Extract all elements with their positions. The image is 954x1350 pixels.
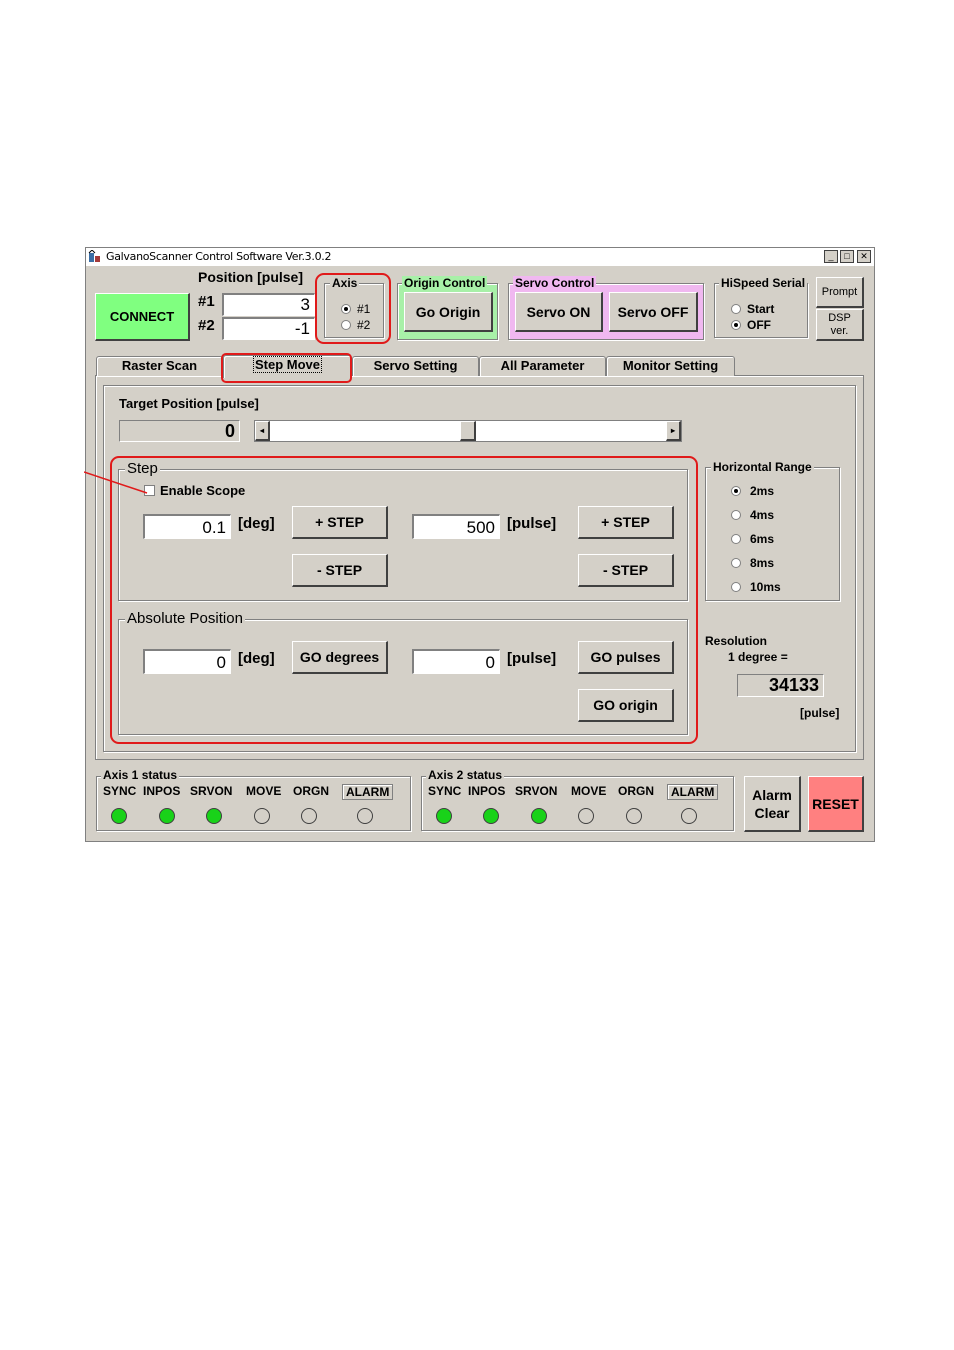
- axis2-position-label: #2: [198, 317, 215, 334]
- slider-thumb[interactable]: [460, 421, 476, 441]
- axis1_status-srvon-led-icon: [206, 808, 222, 824]
- radio-selected-icon: [731, 486, 741, 496]
- axis1_status-inpos-led-icon: [159, 808, 175, 824]
- origin-control-title: Origin Control: [402, 276, 488, 290]
- axis1_status-orgn-label: ORGN: [293, 784, 329, 798]
- radio-icon: [731, 304, 741, 314]
- axis1_status-alarm-led-icon: [357, 808, 373, 824]
- radio-icon: [731, 582, 741, 592]
- axis2_status-alarm-led-icon: [681, 808, 697, 824]
- app-icon: [88, 249, 102, 264]
- axis1_status-orgn-led-icon: [301, 808, 317, 824]
- resolution-degree-label: 1 degree =: [728, 650, 788, 664]
- minimize-button[interactable]: _: [824, 250, 838, 263]
- callout-leader-line: [84, 471, 148, 494]
- slider-right-arrow[interactable]: ▸: [666, 421, 681, 441]
- close-button[interactable]: ✕: [857, 250, 871, 263]
- highlight-axis: [315, 273, 391, 344]
- target-position-slider[interactable]: ◂ ▸: [254, 420, 682, 442]
- maximize-icon: □: [844, 251, 850, 261]
- tab-monitor-setting[interactable]: Monitor Setting: [606, 356, 735, 376]
- horizontal-range-option[interactable]: 4ms: [731, 508, 774, 522]
- servo-control-title: Servo Control: [513, 276, 597, 290]
- target-position-label: Target Position [pulse]: [119, 396, 259, 411]
- target-position-field: 0: [119, 420, 240, 442]
- resolution-value: 34133: [737, 674, 824, 697]
- axis1_status-sync-led-icon: [111, 808, 127, 824]
- tab-raster-scan[interactable]: Raster Scan: [96, 356, 223, 376]
- hispeed-serial-title: HiSpeed Serial: [719, 276, 808, 290]
- connect-button[interactable]: CONNECT: [95, 293, 190, 341]
- hispeed-start-option[interactable]: Start: [731, 302, 774, 316]
- resolution-unit: [pulse]: [800, 706, 840, 720]
- axis2_status-sync-label: SYNC: [428, 784, 462, 798]
- maximize-button[interactable]: □: [840, 250, 854, 263]
- go-origin-button[interactable]: Go Origin: [404, 292, 493, 332]
- radio-selected-icon: [731, 320, 741, 330]
- reset-button[interactable]: RESET: [808, 776, 864, 832]
- highlight-step-area: [110, 456, 698, 744]
- tab-servo-setting[interactable]: Servo Setting: [352, 356, 479, 376]
- servo-on-button[interactable]: Servo ON: [515, 292, 603, 332]
- close-icon: ✕: [860, 251, 868, 261]
- axis1_status-sync-label: SYNC: [103, 784, 137, 798]
- axis1_status-inpos-label: INPOS: [143, 784, 181, 798]
- axis1-position-field: 3: [222, 293, 315, 316]
- minimize-icon: _: [828, 251, 834, 261]
- tab-all-parameter[interactable]: All Parameter: [479, 356, 606, 376]
- window-title: GalvanoScanner Control Software Ver.3.0.…: [106, 250, 332, 263]
- horizontal-range-title: Horizontal Range: [711, 460, 814, 474]
- prompt-button[interactable]: Prompt: [816, 277, 864, 308]
- axis2_status-inpos-led-icon: [483, 808, 499, 824]
- axis2_status-sync-led-icon: [436, 808, 452, 824]
- axis1_status-move-label: MOVE: [246, 784, 282, 798]
- axis2-position-field: -1: [222, 317, 315, 340]
- axis2_status-orgn-label: ORGN: [618, 784, 654, 798]
- horizontal-range-option[interactable]: 8ms: [731, 556, 774, 570]
- axis2_status-inpos-label: INPOS: [468, 784, 506, 798]
- axis2_status-srvon-led-icon: [531, 808, 547, 824]
- radio-icon: [731, 534, 741, 544]
- slider-left-arrow[interactable]: ◂: [255, 421, 270, 441]
- horizontal-range-option[interactable]: 6ms: [731, 532, 774, 546]
- dsp-version-button[interactable]: DSP ver.: [816, 309, 864, 341]
- horizontal-range-option[interactable]: 10ms: [731, 580, 781, 594]
- axis1-status-title: Axis 1 status: [101, 768, 180, 782]
- axis2-status-title: Axis 2 status: [426, 768, 505, 782]
- axis2_status-move-led-icon: [578, 808, 594, 824]
- axis1_status-alarm-label[interactable]: ALARM: [342, 784, 394, 800]
- servo-off-button[interactable]: Servo OFF: [609, 292, 698, 332]
- axis1-position-label: #1: [198, 293, 215, 310]
- axis1_status-srvon-label: SRVON: [190, 784, 233, 798]
- highlight-step-move-tab: [221, 353, 352, 383]
- hispeed-off-option[interactable]: OFF: [731, 318, 771, 332]
- alarm-clear-button[interactable]: Alarm Clear: [744, 776, 801, 832]
- radio-icon: [731, 558, 741, 568]
- axis1_status-move-led-icon: [254, 808, 270, 824]
- axis2_status-orgn-led-icon: [626, 808, 642, 824]
- title-bar[interactable]: GalvanoScanner Control Software Ver.3.0.…: [86, 248, 874, 266]
- radio-icon: [731, 510, 741, 520]
- horizontal-range-option[interactable]: 2ms: [731, 484, 774, 498]
- resolution-label: Resolution: [705, 634, 767, 648]
- axis2_status-srvon-label: SRVON: [515, 784, 558, 798]
- position-title: Position [pulse]: [198, 269, 303, 285]
- axis2_status-alarm-label[interactable]: ALARM: [667, 784, 719, 800]
- axis2_status-move-label: MOVE: [571, 784, 607, 798]
